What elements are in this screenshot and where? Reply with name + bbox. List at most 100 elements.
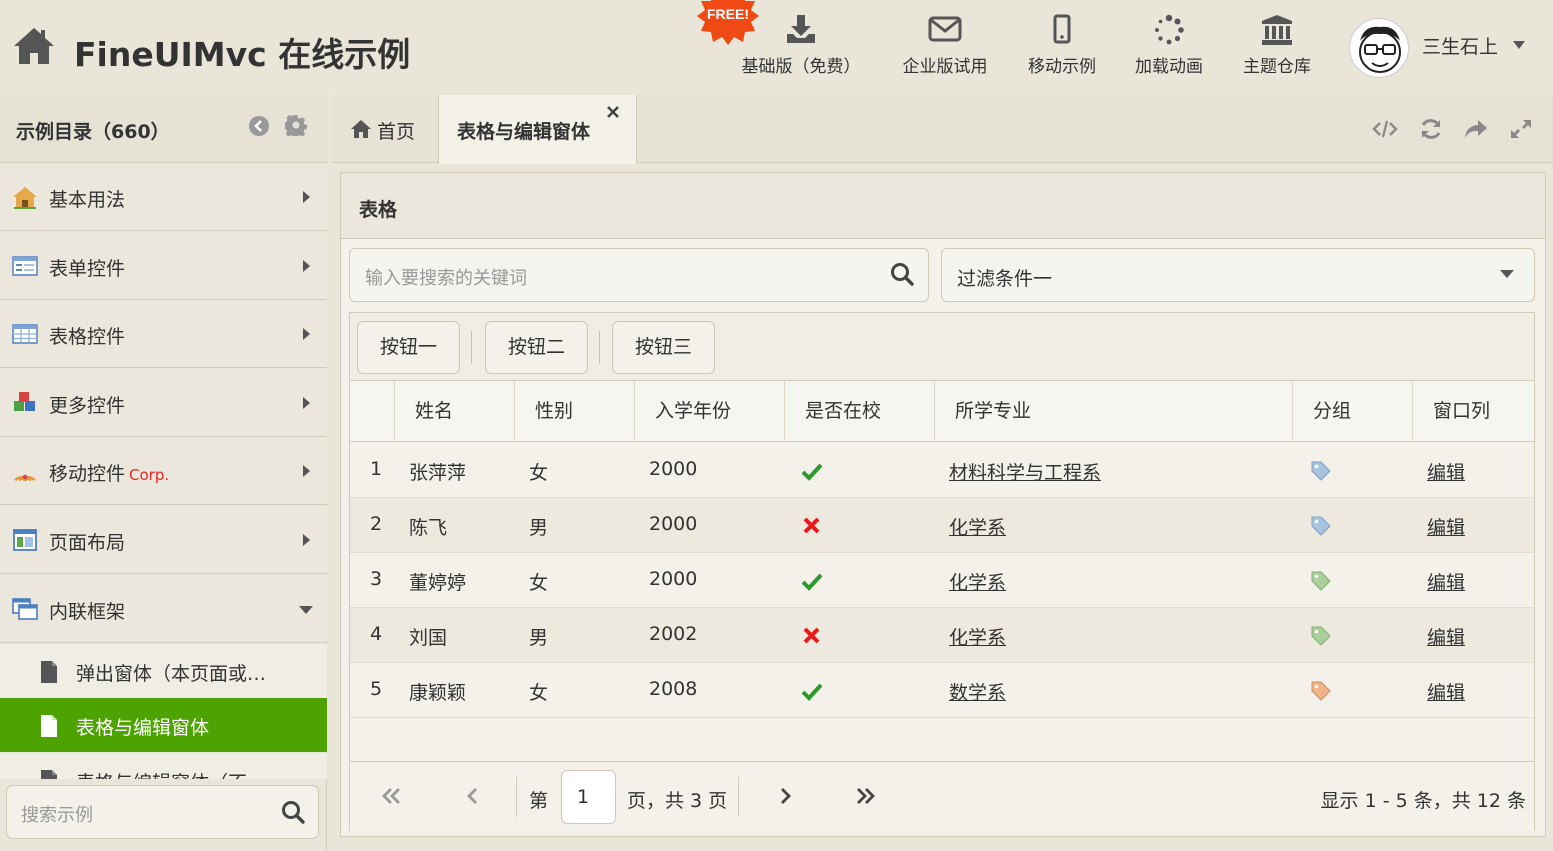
close-icon[interactable] (606, 105, 620, 119)
data-grid: 按钮一 按钮二 按钮三 姓名 性别 入学年份 是否在校 所学专业 分组 窗口列 … (349, 312, 1535, 831)
column-header-name[interactable]: 姓名 (394, 381, 514, 442)
button-three[interactable]: 按钮三 (612, 321, 715, 374)
sidebar-item-grid-controls[interactable]: 表格控件 (0, 300, 327, 368)
page-number-input[interactable]: 1 (561, 770, 616, 824)
sidebar-item-label: 更多控件 (49, 395, 126, 417)
row-number: 3 (370, 568, 383, 590)
cell-major-link[interactable]: 化学系 (949, 627, 1006, 649)
nav-theme-repo[interactable]: 主题仓库 (1237, 12, 1317, 78)
corp-badge: Corp. (129, 466, 170, 484)
cell-major-link[interactable]: 化学系 (949, 517, 1006, 539)
table-row[interactable]: 1 张萍萍 女 2000 材料科学与工程系 编辑 (350, 443, 1534, 498)
code-icon[interactable] (1372, 117, 1398, 141)
search-input[interactable]: 输入要搜索的关键词 (349, 248, 929, 302)
sidebar-item-page-layout[interactable]: 页面布局 (0, 506, 327, 574)
first-page-icon[interactable] (380, 786, 404, 806)
refresh-icon[interactable] (1418, 117, 1444, 141)
avatar[interactable] (1349, 18, 1409, 78)
edit-link[interactable]: 编辑 (1427, 627, 1465, 649)
nav-loading-animation[interactable]: 加载动画 (1129, 12, 1209, 78)
row-number: 2 (370, 513, 383, 535)
home-icon (12, 185, 38, 209)
panel-header: 表格 (341, 173, 1545, 239)
collapse-left-icon[interactable] (248, 115, 270, 137)
sidebar-item-basic-usage[interactable]: 基本用法 (0, 163, 327, 231)
sidebar-item-label: 表单控件 (49, 258, 126, 280)
column-header-group[interactable]: 分组 (1292, 381, 1412, 442)
caret-down-icon[interactable] (1512, 40, 1526, 50)
table-row[interactable]: 3 董婷婷 女 2000 化学系 编辑 (350, 553, 1534, 608)
user-name[interactable]: 三生石上 (1422, 32, 1498, 59)
table-row[interactable]: 4 刘国 男 2002 化学系 编辑 (350, 608, 1534, 663)
column-header-year[interactable]: 入学年份 (634, 381, 784, 442)
tab-grid-edit-window[interactable]: 表格与编辑窗体 (438, 95, 637, 164)
cross-icon (802, 516, 822, 536)
chevron-right-icon (302, 327, 311, 341)
search-icon[interactable] (281, 800, 305, 824)
sidebar-subitem-popup-window[interactable]: 弹出窗体（本页面或… (0, 644, 327, 698)
sidebar-item-label: 移动控件 Corp. (49, 459, 169, 486)
sidebar-item-mobile-controls[interactable]: 移动控件 Corp. (0, 437, 327, 505)
sidebar-item-label: 基本用法 (49, 189, 126, 211)
cross-icon (802, 626, 822, 646)
envelope-icon (928, 16, 962, 42)
button-one[interactable]: 按钮一 (357, 321, 460, 374)
check-icon (802, 571, 822, 591)
toolbar-separator (471, 331, 472, 364)
row-number: 1 (370, 458, 383, 480)
sidebar-subitem-clip: 表格与编辑窗体（不 (0, 751, 327, 779)
sidebar-subitem-grid-edit-window-alt[interactable]: 表格与编辑窗体（不 (0, 753, 327, 779)
grid-toolbar: 按钮一 按钮二 按钮三 (350, 313, 1534, 381)
filter-select[interactable]: 过滤条件一 (941, 248, 1535, 302)
column-header-gender[interactable]: 性别 (514, 381, 634, 442)
cell-major-link[interactable]: 材料科学与工程系 (949, 462, 1101, 484)
tag-icon (1310, 625, 1332, 647)
nav-basic-free[interactable]: 基础版（免费） (734, 12, 868, 78)
search-icon[interactable] (890, 262, 914, 286)
cell-major-link[interactable]: 数学系 (949, 682, 1006, 704)
sidebar-item-label: 页面布局 (49, 532, 126, 554)
cell-year: 2000 (649, 458, 698, 480)
nav-enterprise-trial[interactable]: 企业版试用 (895, 12, 995, 78)
bank-icon (1262, 15, 1292, 45)
last-page-icon[interactable] (853, 786, 877, 806)
button-two[interactable]: 按钮二 (485, 321, 588, 374)
cell-major-link[interactable]: 化学系 (949, 572, 1006, 594)
column-header-major[interactable]: 所学专业 (934, 381, 1292, 442)
edit-link[interactable]: 编辑 (1427, 462, 1465, 484)
chevron-right-icon (302, 533, 311, 547)
sidebar-item-more-controls[interactable]: 更多控件 (0, 369, 327, 437)
sidebar-subitem-label: 表格与编辑窗体 (76, 717, 210, 739)
gear-icon[interactable] (285, 114, 307, 136)
next-page-icon[interactable] (774, 786, 798, 806)
sidebar-subitem-label: 表格与编辑窗体（不 (76, 768, 247, 779)
sidebar-item-inline-frame[interactable]: 内联框架 (0, 575, 327, 643)
cell-year: 2000 (649, 513, 698, 535)
table-row[interactable]: 5 康颖颖 女 2008 数学系 编辑 (350, 663, 1534, 718)
edit-link[interactable]: 编辑 (1427, 572, 1465, 594)
tab-active-label: 表格与编辑窗体 (457, 121, 591, 143)
cell-year: 2000 (649, 568, 698, 590)
edit-link[interactable]: 编辑 (1427, 682, 1465, 704)
edit-link[interactable]: 编辑 (1427, 517, 1465, 539)
column-header-window[interactable]: 窗口列 (1412, 381, 1534, 442)
check-icon (802, 681, 822, 701)
app-header: FineUIMvc 在线示例 FREE! 基础版（免费） 企业版试用 移动示例 … (0, 0, 1553, 95)
tab-home[interactable]: 首页 (332, 95, 438, 163)
download-icon (787, 15, 815, 43)
prev-page-icon[interactable] (462, 786, 486, 806)
share-icon[interactable] (1463, 117, 1489, 141)
tab-home-label: 首页 (377, 121, 416, 143)
sidebar-search-input[interactable]: 搜索示例 (6, 785, 319, 839)
expand-icon[interactable] (1508, 117, 1534, 141)
sidebar-subitem-grid-edit-window[interactable]: 表格与编辑窗体 (0, 698, 327, 752)
column-header-at-school[interactable]: 是否在校 (784, 381, 934, 442)
home-logo-icon[interactable] (12, 26, 56, 66)
search-placeholder: 输入要搜索的关键词 (365, 268, 527, 289)
chevron-right-icon (302, 190, 311, 204)
nav-mobile-demo[interactable]: 移动示例 (1022, 12, 1102, 78)
cell-gender: 女 (529, 682, 549, 704)
sidebar-item-form-controls[interactable]: 表单控件 (0, 232, 327, 300)
table-row[interactable]: 2 陈飞 男 2000 化学系 编辑 (350, 498, 1534, 553)
main-area: 首页 表格与编辑窗体 表格 输入要搜索的关键词 过滤条件一 按钮一 按钮二 按钮… (332, 95, 1553, 851)
